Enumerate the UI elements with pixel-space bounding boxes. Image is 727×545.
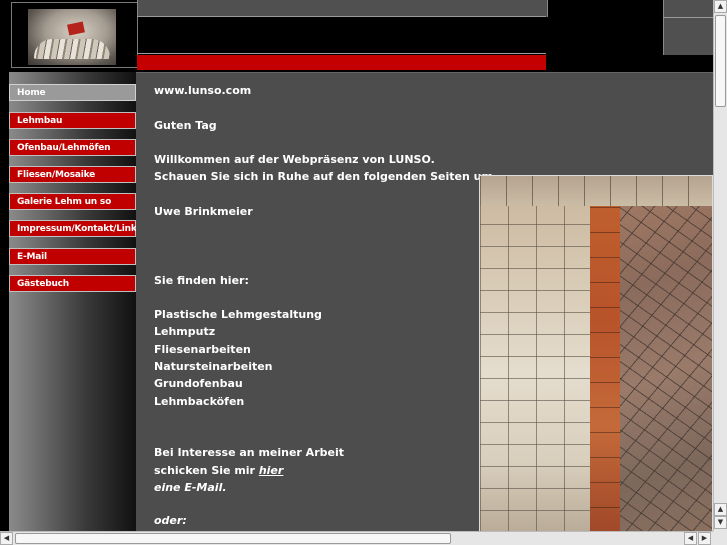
site-url: www.lunso.com bbox=[154, 84, 252, 97]
horizontal-scrollbar[interactable]: ◀ ◀ ▶ bbox=[0, 531, 713, 545]
interest-line-1: Bei Interesse an meiner Arbeit bbox=[154, 446, 344, 459]
service-item: Plastische Lehmgestaltung bbox=[154, 308, 322, 321]
logo-frame bbox=[11, 2, 138, 68]
nav-lehmbau[interactable]: Lehmbau bbox=[9, 112, 136, 129]
header-right-divider bbox=[663, 17, 713, 18]
or-label: oder: bbox=[154, 514, 187, 527]
welcome-line-2: Schauen Sie sich in Ruhe auf den folgend… bbox=[154, 170, 498, 183]
nav-gaestebuch[interactable]: Gästebuch bbox=[9, 275, 136, 292]
greeting: Guten Tag bbox=[154, 119, 217, 132]
service-item: Natursteinarbeiten bbox=[154, 360, 273, 373]
header-gray-bar bbox=[137, 0, 548, 17]
header-divider bbox=[137, 53, 546, 54]
page-header bbox=[0, 0, 714, 72]
scroll-down-icon[interactable]: ▼ bbox=[714, 516, 727, 529]
nav-galerie[interactable]: Galerie Lehm un so bbox=[9, 193, 136, 210]
nav-ofenbau[interactable]: Ofenbau/Lehmöfen bbox=[9, 139, 136, 156]
scroll-left-icon[interactable]: ◀ bbox=[0, 532, 13, 545]
scroll-right-icon[interactable]: ▶ bbox=[698, 532, 711, 545]
mosaic-photo bbox=[479, 175, 713, 532]
interest-line-2: schicken Sie mir hier bbox=[154, 464, 283, 477]
scroll-up-icon[interactable]: ▲ bbox=[714, 0, 727, 13]
logo-mosaic bbox=[34, 39, 110, 59]
nav-email[interactable]: E-Mail bbox=[9, 248, 136, 265]
logo-image bbox=[28, 9, 116, 65]
photo-terracotta-border bbox=[590, 176, 620, 531]
horizontal-scroll-thumb[interactable] bbox=[15, 533, 451, 544]
content-divider bbox=[136, 72, 713, 73]
photo-top-tiles bbox=[480, 176, 712, 206]
nav-impressum[interactable]: Impressum/Kontakt/Links bbox=[9, 220, 142, 237]
header-right-bar bbox=[663, 0, 714, 55]
scroll-left-icon[interactable]: ◀ bbox=[684, 532, 697, 545]
service-item: Grundofenbau bbox=[154, 377, 243, 390]
photo-mosaic-area bbox=[620, 176, 712, 531]
welcome-line-1: Willkommen auf der Webpräsenz von LUNSO. bbox=[154, 153, 435, 166]
header-red-bar bbox=[137, 55, 546, 70]
services-intro: Sie finden hier: bbox=[154, 274, 249, 287]
interest-line-2-prefix: schicken Sie mir bbox=[154, 464, 255, 477]
author-name: Uwe Brinkmeier bbox=[154, 205, 253, 218]
main-content: www.lunso.com Guten Tag Willkommen auf d… bbox=[136, 72, 713, 532]
vertical-scroll-thumb[interactable] bbox=[715, 15, 726, 107]
nav-fliesen[interactable]: Fliesen/Mosaike bbox=[9, 166, 136, 183]
header-divider-top bbox=[137, 16, 546, 17]
service-item: Lehmbacköfen bbox=[154, 395, 245, 408]
service-item: Fliesenarbeiten bbox=[154, 343, 251, 356]
email-link[interactable]: hier bbox=[259, 464, 284, 477]
scroll-up-icon[interactable]: ▲ bbox=[714, 503, 727, 516]
sidebar-nav: Home Lehmbau Ofenbau/Lehmöfen Fliesen/Mo… bbox=[9, 72, 142, 532]
interest-line-3: eine E-Mail. bbox=[154, 481, 227, 494]
scrollbar-corner bbox=[713, 531, 727, 545]
logo-red-tile bbox=[67, 21, 85, 36]
photo-tile-floor bbox=[480, 176, 590, 531]
service-item: Lehmputz bbox=[154, 325, 216, 338]
nav-home[interactable]: Home bbox=[9, 84, 136, 101]
vertical-scrollbar[interactable]: ▲ ▲ ▼ bbox=[713, 0, 727, 531]
